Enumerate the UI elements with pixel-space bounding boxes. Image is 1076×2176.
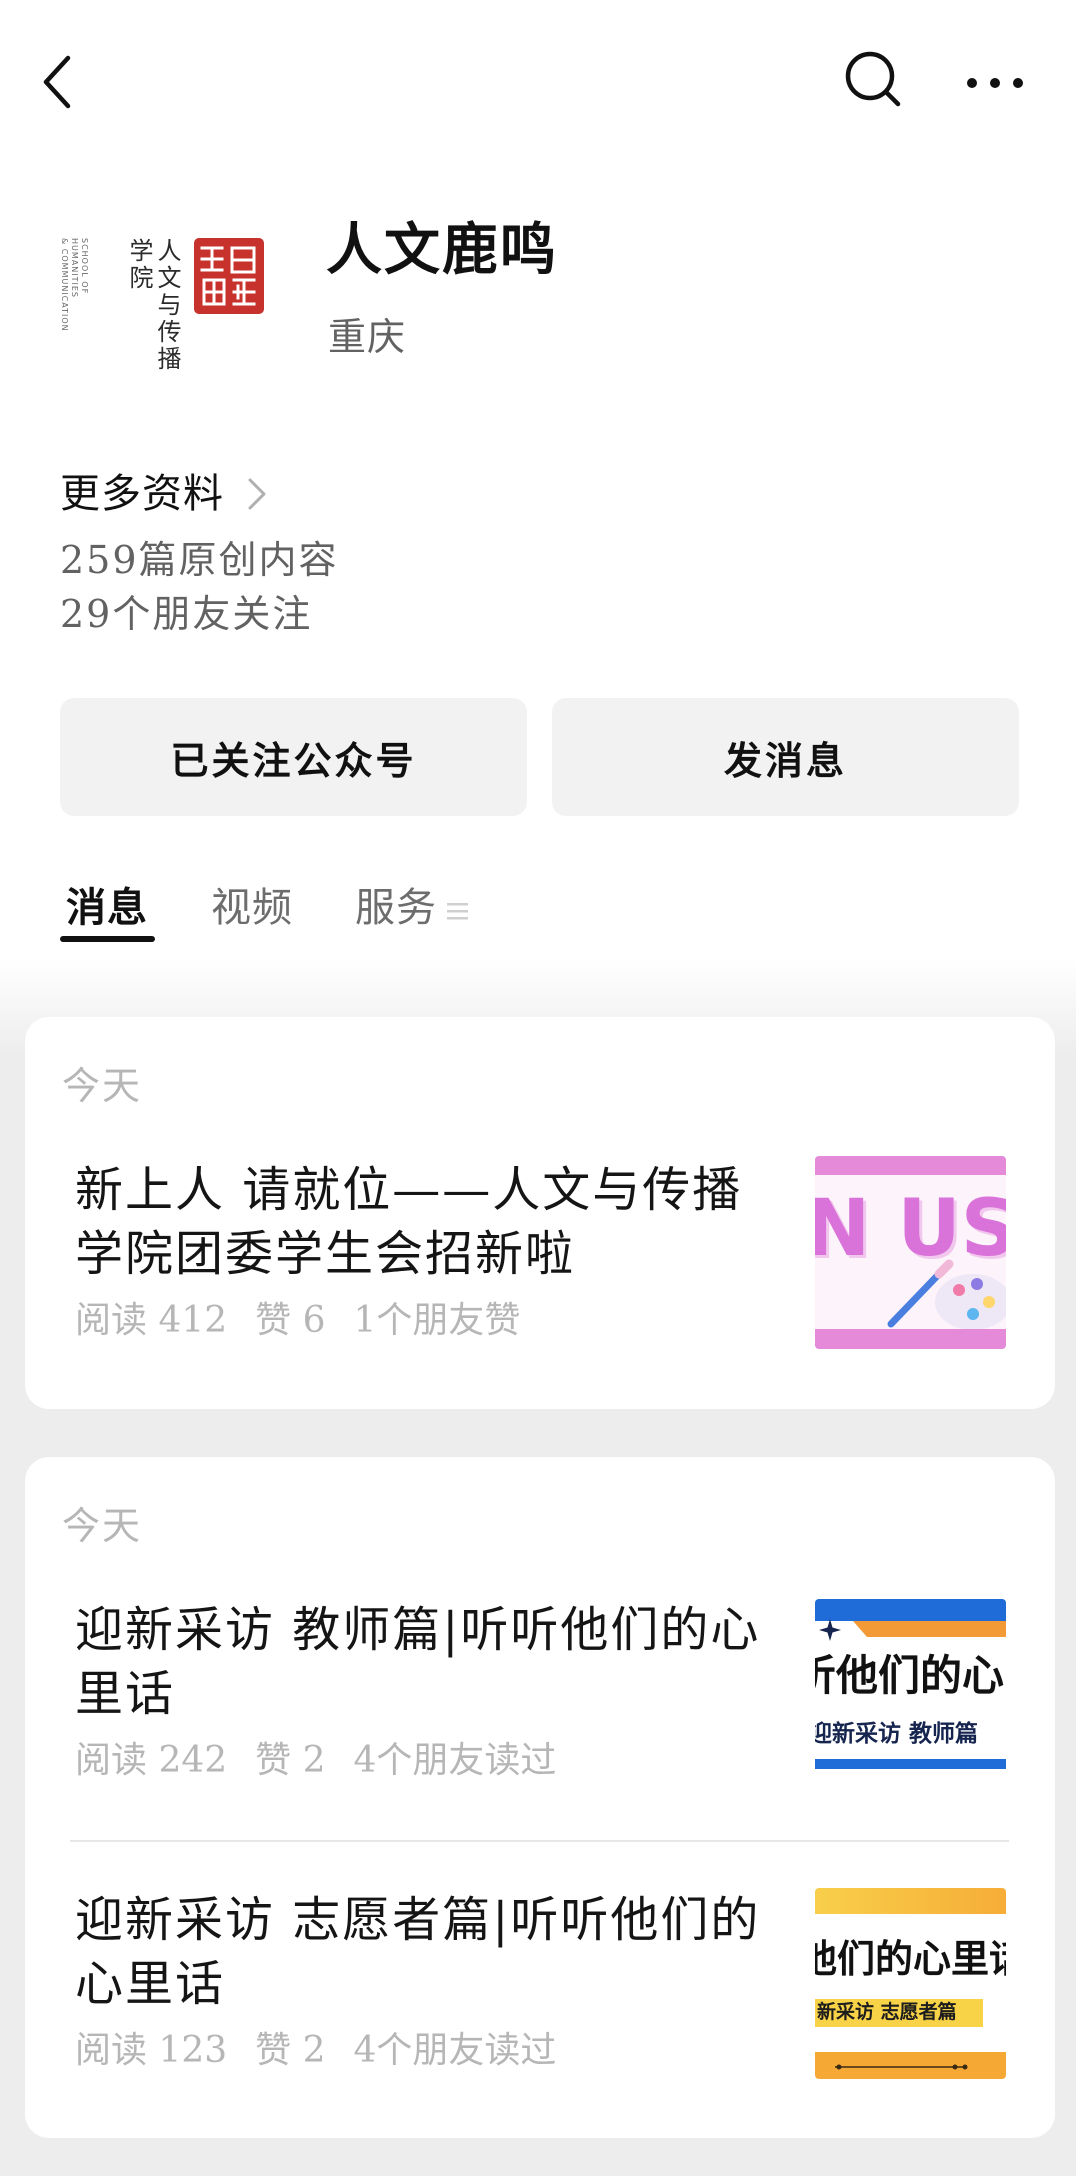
back-button[interactable] xyxy=(38,52,78,112)
more-options-button[interactable] xyxy=(960,70,1030,96)
article-divider xyxy=(70,1840,1009,1842)
logo-english-line: HUMANITIES xyxy=(70,238,79,298)
article-stats: 阅读 242 赞 2 4个朋友读过 xyxy=(75,1741,556,1781)
friends-following-count: 29个朋友关注 xyxy=(60,592,313,636)
thumbnail-bottom-bar xyxy=(815,1759,1006,1769)
account-logo: SCHOOL OF HUMANITIES & COMMUNICATION 学院 … xyxy=(60,226,270,373)
logo-school-text: 人文与传播 xyxy=(153,238,181,373)
thumbnail-caption: 新采访 志愿者篇 xyxy=(817,2001,957,2023)
message-card: 今天 新上人 请就位——人文与传播学院团委学生会招新啦 阅读 412 赞 6 1… xyxy=(25,1017,1055,1409)
logo-english-name: & COMMUNICATION xyxy=(59,238,69,332)
logo-english-line: & COMMUNICATION xyxy=(60,238,69,332)
search-icon xyxy=(845,51,901,107)
send-message-button[interactable]: 发消息 xyxy=(552,698,1019,816)
thumbnail-bottom-band xyxy=(815,2052,1006,2079)
thumbnail-caption: 迎新采访 教师篇 xyxy=(815,1721,979,1747)
friends-social: 4个朋友读过 xyxy=(353,1740,557,1781)
thumbnail-top-band xyxy=(815,1888,1006,1914)
logo-english-name: HUMANITIES xyxy=(69,238,79,298)
article-title: 新上人 请就位——人文与传播学院团委学生会招新啦 xyxy=(75,1162,743,1282)
read-count: 阅读 242 xyxy=(75,1740,228,1781)
article-thumbnail: 他们的心里话 新采访 志愿者篇 xyxy=(815,1888,1006,2079)
more-info-link[interactable]: 更多资料 xyxy=(60,470,268,518)
thumbnail-top-band xyxy=(815,1156,1006,1175)
palette-brush-icon xyxy=(887,1259,1006,1330)
article-stats: 阅读 412 赞 6 1个朋友赞 xyxy=(75,1301,520,1341)
like-count: 赞 2 xyxy=(255,1740,326,1781)
red-seal-logo xyxy=(194,238,264,314)
message-card: 今天 迎新采访 教师篇|听听他们的心里话 阅读 242 赞 2 4个朋友读过 听… xyxy=(25,1457,1055,2138)
chevron-left-icon xyxy=(43,55,71,109)
account-location: 重庆 xyxy=(328,315,407,359)
account-name: 人文鹿鸣 xyxy=(326,217,558,283)
followed-button[interactable]: 已关注公众号 xyxy=(60,698,527,816)
logo-english-name: SCHOOL OF xyxy=(79,238,89,294)
active-tab-indicator xyxy=(60,936,155,942)
article-thumbnail: 听他们的心 迎新采访 教师篇 xyxy=(815,1599,1006,1791)
sparkle-star-icon xyxy=(819,1619,841,1641)
like-count: 赞 6 xyxy=(255,1300,326,1341)
article-title: 迎新采访 志愿者篇|听听他们的心里话 xyxy=(75,1892,761,2012)
card-date: 今天 xyxy=(62,1064,143,1108)
thumbnail-banner xyxy=(815,1599,1006,1637)
send-message-button-label: 发消息 xyxy=(723,737,847,783)
thumbnail-bottom-band xyxy=(815,1329,1006,1349)
friends-social: 1个朋友赞 xyxy=(353,1300,521,1341)
thumbnail-headline: 他们的心里话 xyxy=(815,1937,1006,1981)
article-item[interactable]: 迎新采访 志愿者篇|听听他们的心里话 阅读 123 赞 2 4个朋友读过 他们的… xyxy=(75,1888,1031,2083)
more-horizontal-icon xyxy=(967,78,1023,88)
search-button[interactable] xyxy=(842,48,902,108)
more-info-label: 更多资料 xyxy=(60,471,224,517)
article-item[interactable]: 迎新采访 教师篇|听听他们的心里话 阅读 242 赞 2 4个朋友读过 听他们的… xyxy=(75,1598,1031,1793)
followed-button-label: 已关注公众号 xyxy=(170,737,417,783)
original-articles-count: 259篇原创内容 xyxy=(60,538,339,582)
chevron-right-icon xyxy=(248,478,266,510)
read-count: 阅读 123 xyxy=(75,2030,228,2071)
logo-college-text: 学院 xyxy=(125,238,153,292)
article-stats: 阅读 123 赞 2 4个朋友读过 xyxy=(75,2031,556,2071)
tab-videos[interactable]: 视频 xyxy=(211,888,293,928)
article-item[interactable]: 新上人 请就位——人文与传播学院团委学生会招新啦 阅读 412 赞 6 1个朋友… xyxy=(75,1156,1031,1353)
logo-english-line: SCHOOL OF xyxy=(80,238,89,295)
friends-social: 4个朋友读过 xyxy=(353,2030,557,2071)
menu-lines-icon xyxy=(447,903,468,920)
article-thumbnail: N US xyxy=(815,1156,1006,1349)
tab-messages[interactable]: 消息 xyxy=(66,888,148,928)
thumbnail-headline: 听他们的心 xyxy=(815,1651,1005,1700)
like-count: 赞 2 xyxy=(255,2030,326,2071)
read-count: 阅读 412 xyxy=(75,1300,228,1341)
tab-services[interactable]: 服务 xyxy=(355,888,437,928)
article-title: 迎新采访 教师篇|听听他们的心里话 xyxy=(75,1602,761,1722)
card-date: 今天 xyxy=(62,1504,143,1548)
